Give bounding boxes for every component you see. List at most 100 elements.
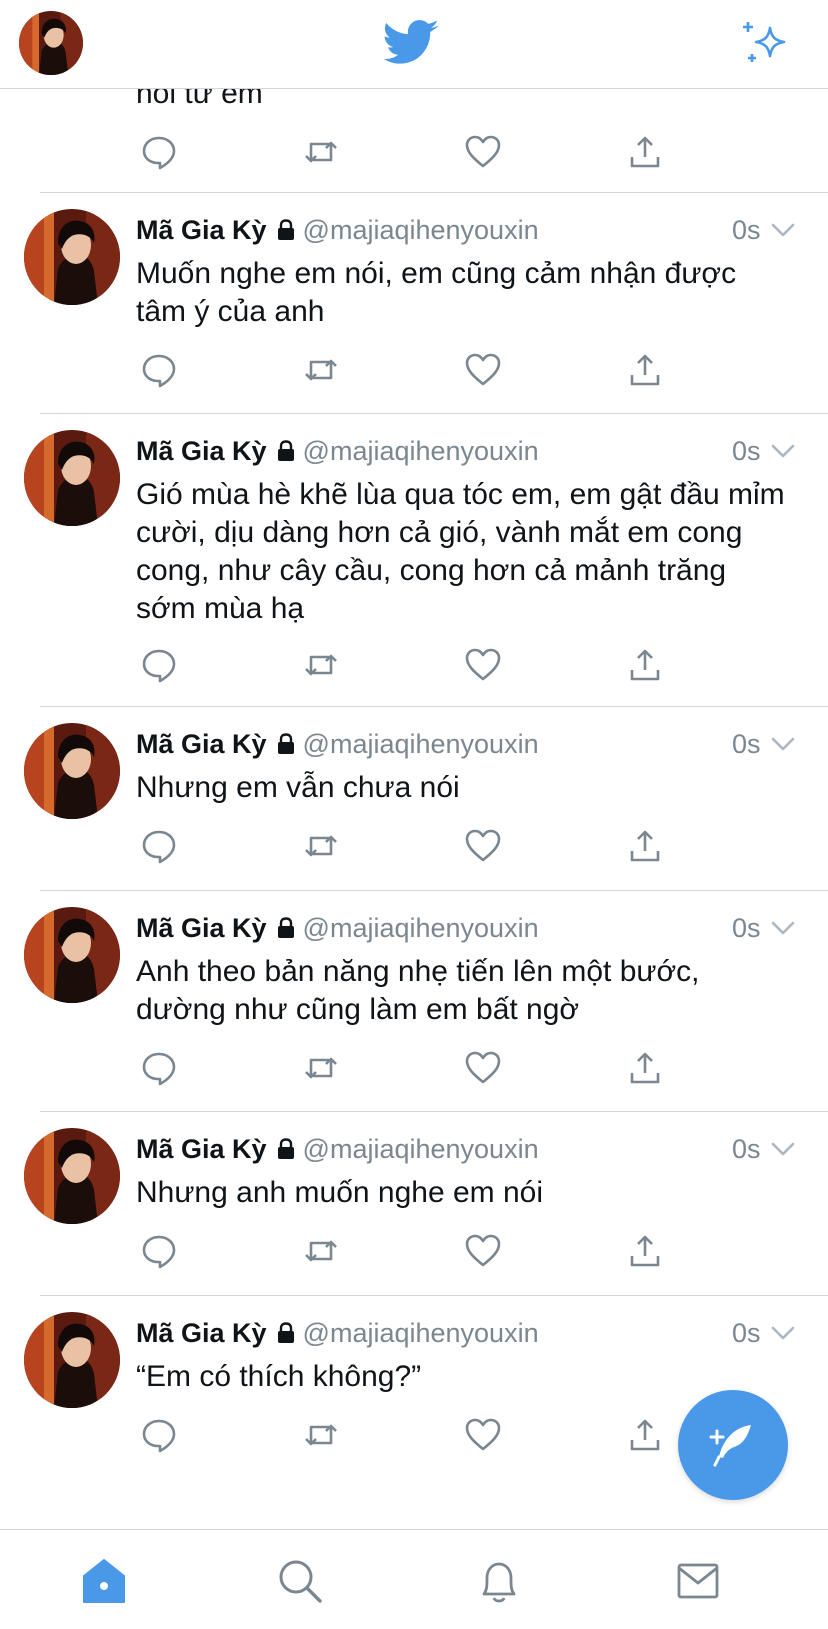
user-handle[interactable]: @majiaqihenyouxin <box>303 1318 539 1348</box>
reply-icon[interactable] <box>136 823 182 869</box>
tweet-header: Mã Gia Kỳ @majiaqihenyouxin <box>136 1130 796 1168</box>
display-name[interactable]: Mã Gia Kỳ <box>136 729 267 759</box>
avatar[interactable] <box>24 1312 120 1408</box>
sparkle-icon[interactable] <box>740 20 790 68</box>
search-icon[interactable] <box>275 1556 325 1606</box>
retweet-icon[interactable] <box>298 347 344 393</box>
timeline-feed[interactable]: nói từ em Mã Gia Kỳ @majiaqihenyouxin 0s … <box>0 89 828 1529</box>
lock-icon <box>275 1138 297 1160</box>
divider <box>40 706 828 707</box>
tweet-text: Muốn nghe em nói, em cũng cảm nhận được … <box>136 257 737 328</box>
like-icon[interactable] <box>460 1045 506 1091</box>
user-handle[interactable]: @majiaqihenyouxin <box>303 913 539 943</box>
like-icon[interactable] <box>460 347 506 393</box>
tweet-header: Mã Gia Kỳ @majiaqihenyouxin <box>136 725 796 763</box>
chevron-down-icon[interactable] <box>770 217 796 243</box>
reply-icon[interactable] <box>136 1228 182 1274</box>
display-name[interactable]: Mã Gia Kỳ <box>136 1134 267 1164</box>
display-name[interactable]: Mã Gia Kỳ <box>136 215 267 245</box>
tweet-text: Anh theo bản năng nhẹ tiến lên một bước,… <box>136 955 700 1026</box>
tweet-actions <box>136 642 696 688</box>
reply-icon[interactable] <box>136 1045 182 1091</box>
share-icon[interactable] <box>622 642 668 688</box>
share-icon[interactable] <box>622 347 668 393</box>
bell-icon[interactable] <box>474 1556 524 1606</box>
tweet-header: Mã Gia Kỳ @majiaqihenyouxin <box>136 211 796 249</box>
divider <box>40 890 828 891</box>
bottom-navigation <box>0 1529 828 1629</box>
avatar[interactable] <box>24 907 120 1003</box>
retweet-icon[interactable] <box>298 1228 344 1274</box>
partial-tweet-actions <box>136 129 696 175</box>
tweet-header: Mã Gia Kỳ @majiaqihenyouxin <box>136 432 796 470</box>
tweet-time: 0s <box>732 1318 761 1348</box>
lock-icon <box>275 1322 297 1344</box>
user-handle[interactable]: @majiaqihenyouxin <box>303 436 539 466</box>
retweet-icon[interactable] <box>298 823 344 869</box>
display-name[interactable]: Mã Gia Kỳ <box>136 913 267 943</box>
divider <box>40 413 828 414</box>
lock-icon <box>275 219 297 241</box>
like-icon[interactable] <box>460 1412 506 1458</box>
avatar[interactable] <box>24 723 120 819</box>
avatar[interactable] <box>24 209 120 305</box>
avatar[interactable] <box>24 430 120 526</box>
partial-tweet-text: nói từ em <box>136 89 263 110</box>
avatar[interactable] <box>24 1128 120 1224</box>
tweet-header: Mã Gia Kỳ @majiaqihenyouxin <box>136 909 796 947</box>
tweet-actions <box>136 347 696 393</box>
tweet-header: Mã Gia Kỳ @majiaqihenyouxin <box>136 1314 796 1352</box>
share-icon[interactable] <box>622 129 668 175</box>
chevron-down-icon[interactable] <box>770 915 796 941</box>
tweet-actions <box>136 1228 696 1274</box>
chevron-down-icon[interactable] <box>770 1320 796 1346</box>
like-icon[interactable] <box>460 129 506 175</box>
tweet-actions <box>136 1045 696 1091</box>
reply-icon[interactable] <box>136 129 182 175</box>
like-icon[interactable] <box>460 823 506 869</box>
home-icon[interactable] <box>79 1556 129 1606</box>
divider <box>40 1111 828 1112</box>
divider <box>40 1295 828 1296</box>
tweet-text: Nhưng em vẫn chưa nói <box>136 771 460 804</box>
profile-avatar[interactable] <box>19 11 83 75</box>
share-icon[interactable] <box>622 1045 668 1091</box>
like-icon[interactable] <box>460 1228 506 1274</box>
user-handle[interactable]: @majiaqihenyouxin <box>303 729 539 759</box>
share-icon[interactable] <box>622 1412 668 1458</box>
compose-tweet-button[interactable] <box>678 1390 788 1500</box>
divider <box>40 192 828 193</box>
chevron-down-icon[interactable] <box>770 438 796 464</box>
lock-icon <box>275 733 297 755</box>
twitter-bird-icon[interactable] <box>383 18 443 70</box>
display-name[interactable]: Mã Gia Kỳ <box>136 436 267 466</box>
tweet-actions <box>136 1412 696 1458</box>
retweet-icon[interactable] <box>298 129 344 175</box>
tweet-time: 0s <box>732 215 761 245</box>
reply-icon[interactable] <box>136 1412 182 1458</box>
tweet-time: 0s <box>732 1134 761 1164</box>
retweet-icon[interactable] <box>298 1045 344 1091</box>
tweet-text: Gió mùa hè khẽ lùa qua tóc em, em gật đầ… <box>136 478 785 625</box>
share-icon[interactable] <box>622 1228 668 1274</box>
tweet-text: Nhưng anh muốn nghe em nói <box>136 1176 544 1209</box>
retweet-icon[interactable] <box>298 642 344 688</box>
display-name[interactable]: Mã Gia Kỳ <box>136 1318 267 1348</box>
tweet-time: 0s <box>732 729 761 759</box>
reply-icon[interactable] <box>136 642 182 688</box>
share-icon[interactable] <box>622 823 668 869</box>
retweet-icon[interactable] <box>298 1412 344 1458</box>
compose-tweet-icon <box>709 1425 751 1467</box>
reply-icon[interactable] <box>136 347 182 393</box>
like-icon[interactable] <box>460 642 506 688</box>
top-bar <box>0 0 828 89</box>
user-handle[interactable]: @majiaqihenyouxin <box>303 215 539 245</box>
mail-icon[interactable] <box>673 1556 723 1606</box>
chevron-down-icon[interactable] <box>770 731 796 757</box>
tweet-actions <box>136 823 696 869</box>
lock-icon <box>275 440 297 462</box>
user-handle[interactable]: @majiaqihenyouxin <box>303 1134 539 1164</box>
tweet-time: 0s <box>732 913 761 943</box>
tweet-time: 0s <box>732 436 761 466</box>
chevron-down-icon[interactable] <box>770 1136 796 1162</box>
